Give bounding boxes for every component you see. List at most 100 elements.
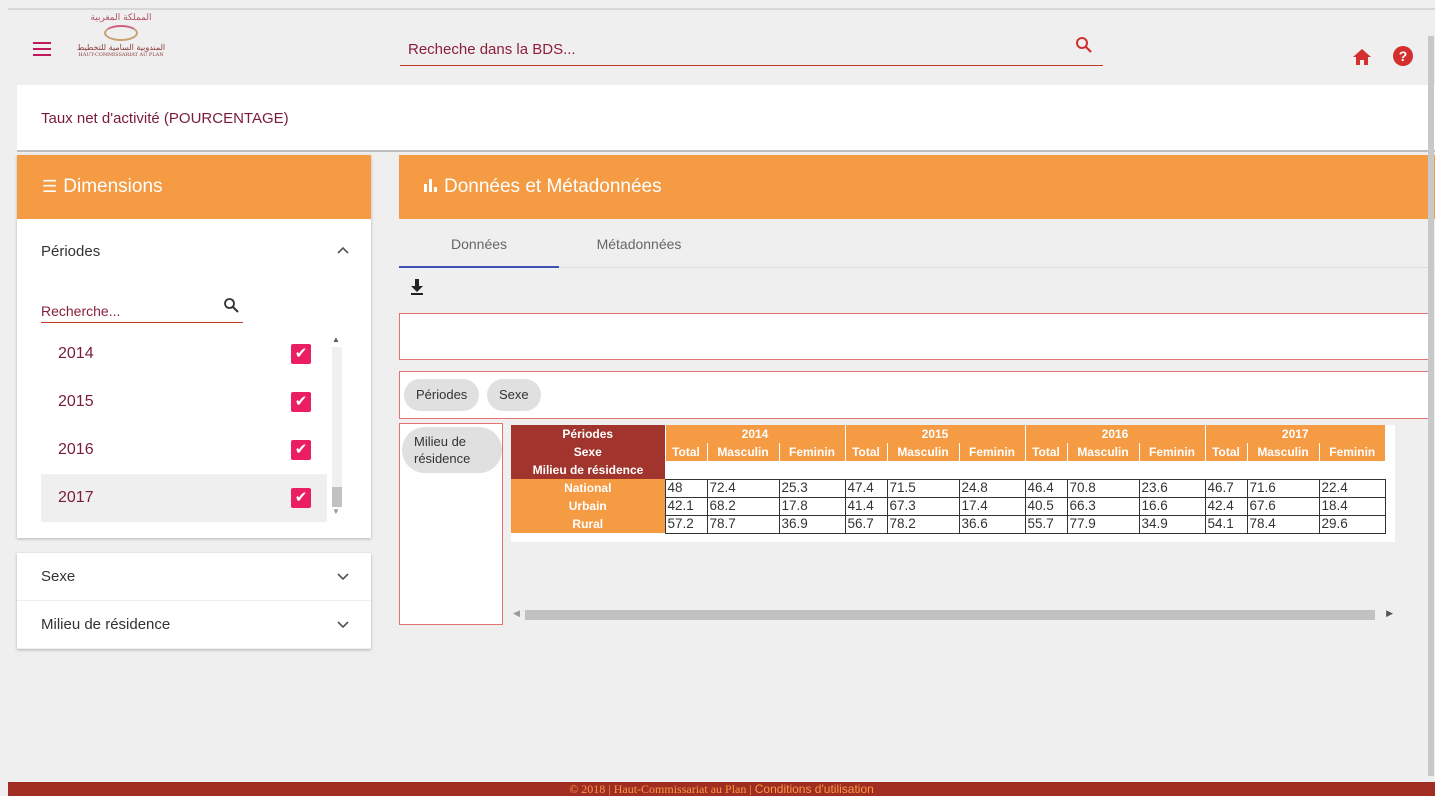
accordion-milieu[interactable]: Milieu de résidence [17,601,371,649]
table-cell: 41.4 [844,496,888,516]
table-cell: 57.2 [664,514,708,534]
footer: © 2018 | Haut-Commissariat au Plan | Con… [8,782,1435,796]
table-cell: 47.4 [844,478,888,498]
search-icon[interactable] [1075,36,1093,59]
page-scroll-thumb[interactable] [1428,36,1434,776]
periodes-search-input[interactable] [41,297,211,319]
table-cell: 70.8 [1066,478,1140,498]
table-cell: 34.9 [1138,514,1206,534]
row-label: Rural [511,515,665,533]
chevron-down-icon[interactable] [337,569,349,584]
logo-arabic-bottom: المندوبية السامية للتخطيط [76,43,166,52]
chevron-up-icon[interactable] [337,241,349,257]
table-cell: 36.6 [958,514,1026,534]
pivot-table: Périodes 2014 2015 2016 2017 Sexe Total … [511,425,1386,534]
help-icon[interactable]: ? [1393,46,1413,66]
page-title: Taux net d'activité (POURCENTAGE) [41,110,289,127]
global-search-input[interactable] [400,32,1040,58]
table-cell: 77.9 [1066,514,1140,534]
row-label: Urbain [511,497,665,515]
checkbox-checked-icon[interactable]: ✔ [291,440,311,460]
column-dimensions-zone[interactable]: Périodes Sexe [399,371,1430,419]
search-icon[interactable] [223,297,239,318]
scroll-track[interactable] [332,347,342,501]
header-milieu: Milieu de résidence [511,461,665,479]
table-cell: 78.2 [886,514,960,534]
periodes-search [41,297,243,323]
tab-metadonnees[interactable]: Métadonnées [559,219,719,268]
hamburger-menu-icon[interactable] [33,42,51,56]
filter-drop-zone[interactable] [399,313,1430,360]
year-label: 2015 [58,393,94,410]
header-sexe-total: Total [1024,443,1067,461]
header-year: 2015 [844,425,1025,443]
header-periodes: Périodes [511,425,665,443]
tab-donnees[interactable]: Données [399,219,559,268]
table-cell: 67.6 [1246,496,1320,516]
scroll-thumb[interactable] [525,610,1375,620]
row-dimensions-zone[interactable]: Milieu de résidence [399,423,503,625]
table-cell: 48 [664,478,708,498]
other-dimensions-accordion: Sexe Milieu de résidence [17,553,371,649]
pivot-horizontal-scrollbar[interactable]: ◀ ▶ [511,608,1395,622]
dimensions-title: Dimensions [63,176,163,197]
hcp-logo[interactable]: المملكة المغربية المندوبية السامية للتخط… [65,13,177,75]
global-search [400,32,1103,66]
data-panel-header: Données et Métadonnées [399,155,1435,219]
header-sexe-masculin: Masculin [1246,443,1319,461]
table-cell: 24.8 [958,478,1026,498]
periodes-scrollbar[interactable]: ▲ ▼ [330,333,344,517]
logo-arabic-top: المملكة المغربية [90,13,152,23]
table-cell: 68.2 [706,496,780,516]
table-row: National 48 72.4 25.3 47.4 71.5 24.8 46.… [511,478,1386,498]
table-cell: 29.6 [1318,514,1386,534]
data-panel: Données et Métadonnées Données Métadonné… [399,155,1435,635]
table-row: Rural 57.2 78.7 36.9 56.7 78.2 36.6 55.7… [511,514,1386,534]
dimensions-header: ☰ Dimensions [17,155,371,219]
scroll-thumb[interactable] [332,487,342,507]
scroll-down-icon[interactable]: ▼ [332,507,340,516]
chip-milieu-de-residence[interactable]: Milieu de résidence [402,427,502,473]
periodes-list: 2014 ✔ 2015 ✔ 2016 ✔ 2017 ✔ [41,330,327,522]
header-sexe-feminin: Feminin [1318,443,1385,461]
table-cell: 66.3 [1066,496,1140,516]
list-item[interactable]: 2017 ✔ [41,474,327,522]
checkbox-checked-icon[interactable]: ✔ [291,392,311,412]
terms-link[interactable]: Conditions d'utilisation [755,782,874,796]
table-cell: 17.8 [778,496,846,516]
checkbox-checked-icon[interactable]: ✔ [291,488,311,508]
scroll-right-icon[interactable]: ▶ [1386,608,1393,619]
indicator-title-card: Taux net d'activité (POURCENTAGE) [17,85,1435,152]
header-year: 2014 [664,425,845,443]
download-icon[interactable] [410,279,424,300]
pivot-table-container: Périodes 2014 2015 2016 2017 Sexe Total … [511,425,1395,542]
list-item[interactable]: 2016 ✔ [41,426,327,474]
chip-sexe[interactable]: Sexe [487,379,541,411]
table-cell: 18.4 [1318,496,1386,516]
table-cell: 42.4 [1204,496,1248,516]
table-cell: 71.6 [1246,478,1320,498]
table-row: Milieu de résidence [511,461,1385,479]
header-sexe-masculin: Masculin [706,443,779,461]
chip-periodes[interactable]: Périodes [404,379,480,411]
scroll-left-icon[interactable]: ◀ [513,608,520,619]
year-label: 2016 [58,441,94,458]
header-sexe-feminin: Feminin [958,443,1025,461]
tab-bar: Données Métadonnées [399,219,1435,268]
list-item[interactable]: 2015 ✔ [41,378,327,426]
chevron-down-icon[interactable] [337,617,349,632]
home-icon[interactable] [1352,48,1372,71]
list-item[interactable]: 2014 ✔ [41,330,327,378]
checkbox-checked-icon[interactable]: ✔ [291,344,311,364]
table-row: Urbain 42.1 68.2 17.8 41.4 67.3 17.4 40.… [511,496,1386,516]
header-sexe-masculin: Masculin [1066,443,1139,461]
header-sexe-masculin: Masculin [886,443,959,461]
accordion-sexe[interactable]: Sexe [17,553,371,601]
scroll-up-icon[interactable]: ▲ [332,335,340,344]
header-sexe-total: Total [664,443,707,461]
page-scrollbar[interactable] [1427,36,1435,786]
periodes-accordion-label[interactable]: Périodes [41,243,100,260]
accordion-label: Milieu de résidence [41,616,171,633]
data-panel-title: Données et Métadonnées [444,176,662,197]
table-cell: 22.4 [1318,478,1386,498]
